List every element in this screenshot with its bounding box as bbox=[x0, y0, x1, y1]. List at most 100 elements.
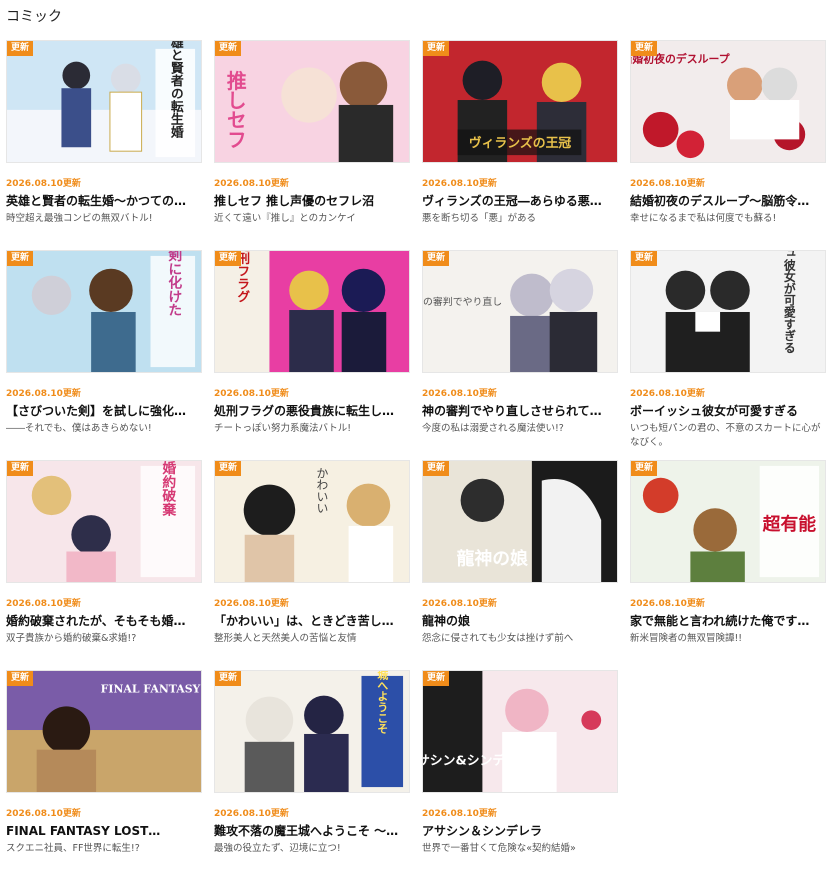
comic-card[interactable]: 超有能 更新 2026.08.10更新 家で無能と言われ続けた俺です… 新米冒険… bbox=[630, 460, 826, 670]
comic-card[interactable]: ヴィランズの王冠 更新 2026.08.10更新 ヴィランズの王冠―あらゆる悪…… bbox=[422, 40, 618, 250]
comic-subtitle: 双子貴族から婚約破棄&求婚!? bbox=[6, 633, 137, 644]
cover-art-text: 英雄と賢者の転生婚 bbox=[168, 41, 184, 139]
update-badge: 更新 bbox=[423, 461, 450, 476]
comic-card[interactable]: かわいい 更新 2026.08.10更新 「かわいい」は、ときどき苦し… 整形美… bbox=[214, 460, 410, 670]
update-date: 2026.08.10更新 bbox=[214, 599, 289, 609]
comic-card[interactable]: 結婚初夜のデスループ 更新 2026.08.10更新 結婚初夜のデスループ～脳筋… bbox=[630, 40, 826, 250]
comic-thumbnail[interactable]: 推しセフ 更新 bbox=[214, 40, 410, 163]
comic-thumbnail[interactable]: 龍神の娘 更新 bbox=[422, 460, 618, 583]
update-badge: 更新 bbox=[7, 41, 34, 56]
update-date: 2026.08.10更新 bbox=[6, 809, 81, 819]
comic-subtitle: 今度の私は溺愛される魔法使い!? bbox=[422, 423, 564, 434]
comic-card[interactable]: 推しセフ 更新 2026.08.10更新 推しセフ 推し声優のセフレ沼 近くて遠… bbox=[214, 40, 410, 250]
cover-art-text: 超有能 bbox=[763, 513, 817, 535]
comic-title[interactable]: アサシン＆シンデレラ bbox=[422, 824, 618, 839]
comic-title[interactable]: 「かわいい」は、ときどき苦し… bbox=[214, 614, 410, 629]
comic-thumbnail[interactable]: 婚約破棄 更新 bbox=[6, 460, 202, 583]
update-date: 2026.08.10更新 bbox=[422, 599, 497, 609]
cover-art-text: 魔剣に化けた bbox=[165, 251, 183, 317]
comic-subtitle: チートっぽい努力系魔法バトル! bbox=[214, 423, 352, 434]
comic-card[interactable]: 英雄と賢者の転生婚 更新 2026.08.10更新 英雄と賢者の転生婚～かつての… bbox=[6, 40, 202, 250]
update-date: 2026.08.10更新 bbox=[630, 599, 705, 609]
update-badge: 更新 bbox=[215, 41, 242, 56]
comic-subtitle: スクエニ社員、FF世界に転生!? bbox=[6, 843, 140, 854]
comic-title[interactable]: 家で無能と言われ続けた俺です… bbox=[630, 614, 826, 629]
comic-card[interactable]: アサシン&シンデレラ 更新 2026.08.10更新 アサシン＆シンデレラ 世界… bbox=[422, 670, 618, 880]
comic-thumbnail[interactable]: 魔王城へようこそ 更新 bbox=[214, 670, 410, 793]
update-badge: 更新 bbox=[7, 251, 34, 266]
comic-subtitle: 幸せになるまで私は何度でも蘇る! bbox=[630, 213, 777, 224]
comic-card[interactable]: 龍神の娘 更新 2026.08.10更新 龍神の娘 怨念に侵されても少女は挫けず… bbox=[422, 460, 618, 670]
cover-art-text: FINAL FANTASY bbox=[101, 683, 201, 696]
cover-art-text: 魔王城へようこそ bbox=[376, 671, 389, 735]
update-badge: 更新 bbox=[423, 41, 450, 56]
comic-card[interactable]: FINAL FANTASY 更新 2026.08.10更新 FINAL FANT… bbox=[6, 670, 202, 880]
comic-card[interactable]: 神の審判でやり直し 更新 2026.08.10更新 神の審判でやり直しさせられて… bbox=[422, 250, 618, 460]
update-date: 2026.08.10更新 bbox=[214, 179, 289, 189]
comic-thumbnail[interactable]: 神の審判でやり直し 更新 bbox=[422, 250, 618, 373]
comic-thumbnail[interactable]: ボーイッシュ彼女が可愛すぎる 更新 bbox=[630, 250, 826, 373]
cover-art-text: 龍神の娘 bbox=[457, 547, 528, 569]
update-badge: 更新 bbox=[631, 251, 658, 266]
comic-subtitle: 整形美人と天然美人の苦悩と友情 bbox=[214, 633, 357, 644]
cover-art-text: 神の審判でやり直し bbox=[423, 295, 502, 308]
update-badge: 更新 bbox=[423, 671, 450, 686]
comic-thumbnail[interactable]: ヴィランズの王冠 更新 bbox=[422, 40, 618, 163]
update-date: 2026.08.10更新 bbox=[6, 599, 81, 609]
comic-thumbnail[interactable]: 魔剣に化けた 更新 bbox=[6, 250, 202, 373]
comic-thumbnail[interactable]: かわいい 更新 bbox=[214, 460, 410, 583]
comic-title[interactable]: 結婚初夜のデスループ～脳筋令… bbox=[630, 194, 826, 209]
comic-card[interactable]: 魔剣に化けた 更新 2026.08.10更新 【さびついた剣】を試しに強化… ―… bbox=[6, 250, 202, 460]
update-date: 2026.08.10更新 bbox=[6, 389, 81, 399]
comic-subtitle: 世界で一番甘くて危険な«契約結婚» bbox=[422, 843, 576, 854]
update-badge: 更新 bbox=[215, 671, 242, 686]
cover-art-text: 推しセフ bbox=[223, 70, 246, 149]
comic-title[interactable]: 英雄と賢者の転生婚～かつての… bbox=[6, 194, 202, 209]
update-date: 2026.08.10更新 bbox=[6, 179, 81, 189]
comic-title[interactable]: 神の審判でやり直しさせられて… bbox=[422, 404, 618, 419]
comic-title[interactable]: 難攻不落の魔王城へようこそ ～… bbox=[214, 824, 410, 839]
update-date: 2026.08.10更新 bbox=[422, 179, 497, 189]
comic-title[interactable]: FINAL FANTASY LOST… bbox=[6, 824, 202, 839]
comic-subtitle: 新米冒険者の無双冒険譚!! bbox=[630, 633, 743, 644]
comic-thumbnail[interactable]: アサシン&シンデレラ 更新 bbox=[422, 670, 618, 793]
cover-art-text: 婚約破棄 bbox=[159, 461, 177, 517]
update-date: 2026.08.10更新 bbox=[214, 809, 289, 819]
comic-thumbnail[interactable]: FINAL FANTASY 更新 bbox=[6, 670, 202, 793]
comic-title[interactable]: 婚約破棄されたが、そもそも婚… bbox=[6, 614, 202, 629]
comic-card[interactable]: 婚約破棄 更新 2026.08.10更新 婚約破棄されたが、そもそも婚… 双子貴… bbox=[6, 460, 202, 670]
cover-art-text: アサシン&シンデレラ bbox=[423, 752, 531, 768]
update-badge: 更新 bbox=[7, 671, 34, 686]
update-date: 2026.08.10更新 bbox=[422, 389, 497, 399]
comic-thumbnail[interactable]: 結婚初夜のデスループ 更新 bbox=[630, 40, 826, 163]
comic-thumbnail[interactable]: 英雄と賢者の転生婚 更新 bbox=[6, 40, 202, 163]
comic-subtitle: 怨念に侵されても少女は挫けず前へ bbox=[422, 633, 574, 644]
comic-subtitle: いつも短パンの君の、不意のスカートに心がなびく。 bbox=[630, 423, 821, 448]
update-badge: 更新 bbox=[215, 251, 242, 266]
comic-card[interactable]: ボーイッシュ彼女が可愛すぎる 更新 2026.08.10更新 ボーイッシュ彼女が… bbox=[630, 250, 826, 460]
comic-title[interactable]: 推しセフ 推し声優のセフレ沼 bbox=[214, 194, 410, 209]
comic-title[interactable]: ボーイッシュ彼女が可愛すぎる bbox=[630, 404, 826, 419]
comic-subtitle: ――それでも、僕はあきらめない! bbox=[6, 423, 152, 434]
update-badge: 更新 bbox=[423, 251, 450, 266]
comic-thumbnail[interactable]: 超有能 更新 bbox=[630, 460, 826, 583]
cover-art-text: ボーイッシュ彼女が可愛すぎる bbox=[782, 251, 796, 354]
update-badge: 更新 bbox=[215, 461, 242, 476]
comic-subtitle: 最強の役立たず、辺境に立つ! bbox=[214, 843, 341, 854]
comic-subtitle: 近くて遠い『推し』とのカンケイ bbox=[214, 213, 356, 224]
comic-title[interactable]: 処刑フラグの悪役貴族に転生し… bbox=[214, 404, 410, 419]
update-badge: 更新 bbox=[631, 41, 658, 56]
comic-card[interactable]: 魔王城へようこそ 更新 2026.08.10更新 難攻不落の魔王城へようこそ ～… bbox=[214, 670, 410, 880]
update-date: 2026.08.10更新 bbox=[630, 389, 705, 399]
comic-title[interactable]: 龍神の娘 bbox=[422, 614, 618, 629]
update-date: 2026.08.10更新 bbox=[214, 389, 289, 399]
update-date: 2026.08.10更新 bbox=[630, 179, 705, 189]
cover-art-text: ヴィランズの王冠 bbox=[469, 135, 572, 151]
section-title: コミック bbox=[6, 9, 62, 25]
comic-grid: 英雄と賢者の転生婚 更新 2026.08.10更新 英雄と賢者の転生婚～かつての… bbox=[6, 40, 826, 880]
update-date: 2026.08.10更新 bbox=[422, 809, 497, 819]
comic-title[interactable]: 【さびついた剣】を試しに強化… bbox=[6, 404, 202, 419]
comic-thumbnail[interactable]: 処刑フラグ 更新 bbox=[214, 250, 410, 373]
comic-title[interactable]: ヴィランズの王冠―あらゆる悪… bbox=[422, 194, 618, 209]
comic-card[interactable]: 処刑フラグ 更新 2026.08.10更新 処刑フラグの悪役貴族に転生し… チー… bbox=[214, 250, 410, 460]
